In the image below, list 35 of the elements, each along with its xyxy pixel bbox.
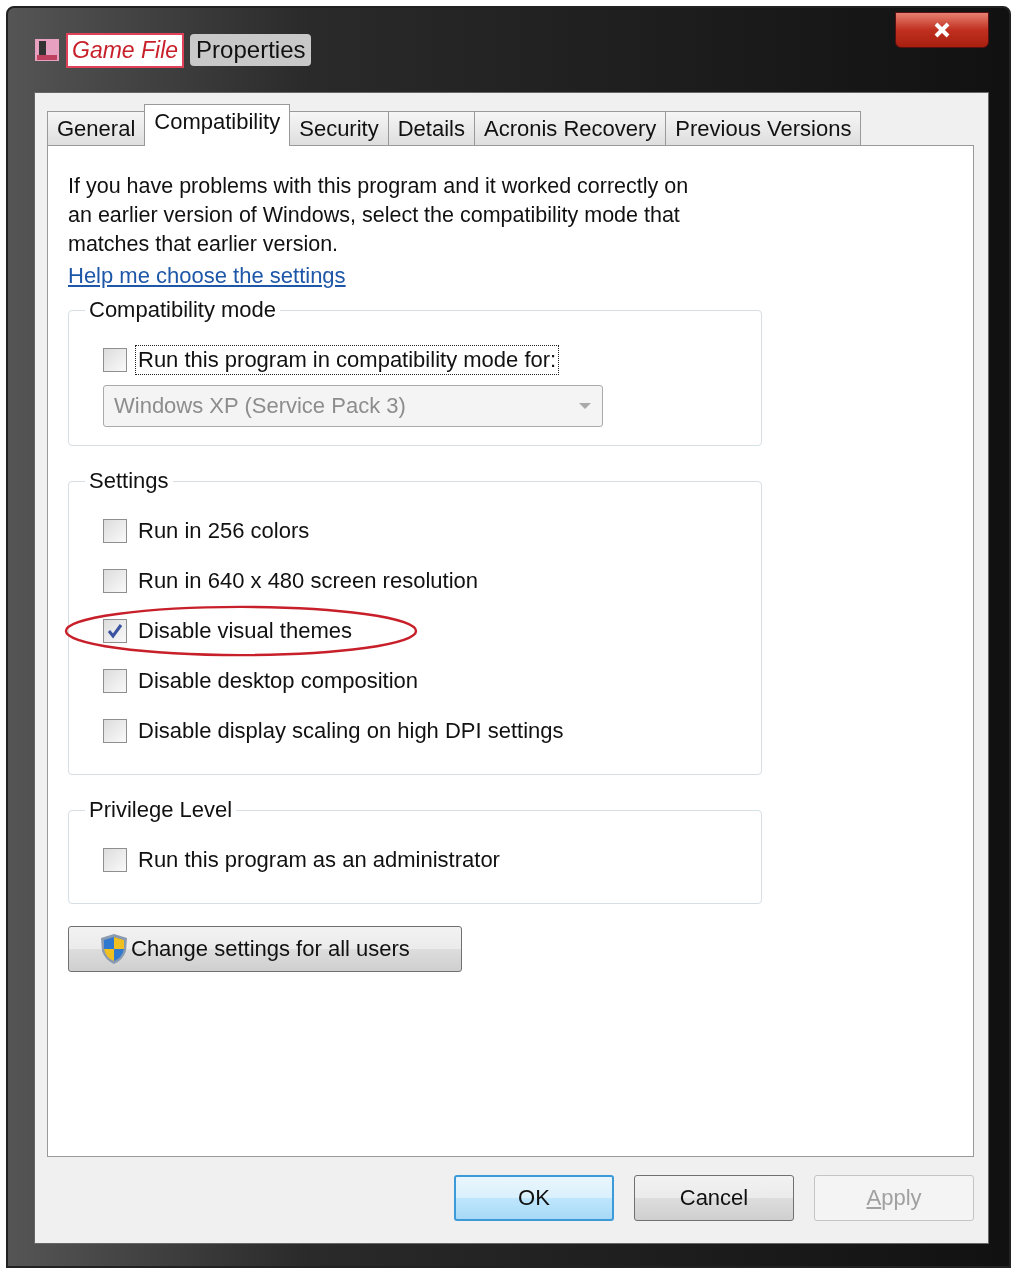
checkbox[interactable] (103, 519, 127, 543)
shield-icon (99, 933, 129, 965)
dropdown-arrow-icon (578, 402, 592, 410)
checkbox[interactable] (103, 348, 127, 372)
tab[interactable]: Acronis Recovery (473, 111, 667, 145)
checkbox[interactable] (103, 669, 127, 693)
checkbox-label[interactable]: Run this program in compatibility mode for: (135, 345, 560, 375)
dialog-button[interactable]: Cancel (634, 1175, 794, 1221)
close-icon (933, 22, 951, 38)
checkbox[interactable] (103, 619, 127, 643)
checkbox-label[interactable]: Disable display scaling on high DPI settings (135, 716, 567, 746)
dialog-button[interactable]: OK (454, 1175, 614, 1221)
checkbox[interactable] (103, 719, 127, 743)
group-title: Privilege Level (88, 797, 234, 823)
checkbox-label[interactable]: Run in 640 x 480 screen resolution (135, 566, 481, 596)
checkbox-label[interactable]: Run this program as an administrator (135, 845, 503, 875)
checkbox[interactable] (103, 569, 127, 593)
checkbox-label[interactable]: Disable desktop composition (135, 666, 422, 696)
group-title: Settings (88, 468, 170, 494)
group-title: Compatibility mode (88, 297, 278, 323)
window-title-marked: Game File (66, 32, 185, 68)
window-title: Properties (190, 34, 312, 66)
checkbox-label[interactable]: Run in 256 colors (135, 516, 313, 546)
checkbox[interactable] (103, 848, 127, 872)
tab[interactable]: Compatibility (144, 104, 291, 146)
change-settings-button[interactable]: Change settings for all users (68, 926, 462, 972)
tab[interactable]: Previous Versions (665, 111, 862, 145)
help-link[interactable]: Help me choose the settings (68, 263, 346, 289)
tab[interactable]: Details (387, 111, 475, 145)
checkmark-icon (107, 623, 123, 639)
tab[interactable]: Security (289, 111, 389, 145)
tab[interactable]: General (47, 111, 146, 145)
app-icon (34, 37, 60, 63)
intro-text: If you have problems with this program and it worked correctly on an earlier version of Windows, select the compatibility mode that matches that earlier version. (68, 173, 690, 258)
close-button[interactable] (895, 12, 989, 48)
